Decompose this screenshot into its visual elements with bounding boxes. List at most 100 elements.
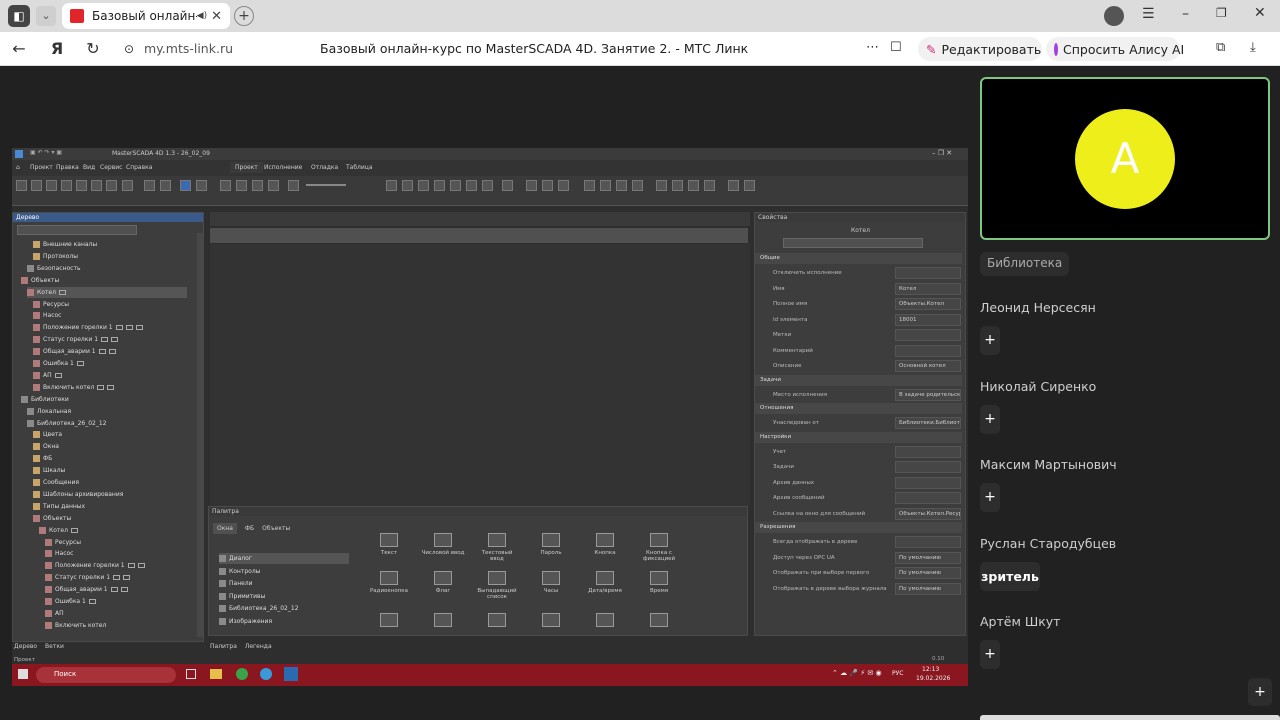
- property-value[interactable]: По умолчанию: [895, 551, 961, 564]
- toolbar-button-12[interactable]: [196, 180, 207, 191]
- tree-item[interactable]: Общая_аварии 1: [45, 584, 128, 595]
- participant-action-button[interactable]: +: [980, 404, 1000, 434]
- ask-alice-button[interactable]: Спросить Алису AI: [1046, 37, 1184, 61]
- taskbar-search-box[interactable]: Поиск: [36, 667, 176, 683]
- tree-item[interactable]: Насос: [45, 548, 73, 559]
- toolbar-button-13[interactable]: [220, 180, 231, 191]
- palette-tab-objects[interactable]: Объекты: [262, 525, 290, 532]
- toolbar-button-27[interactable]: [542, 180, 553, 191]
- windows-start-icon[interactable]: [18, 669, 28, 679]
- browser-tab[interactable]: Базовый онлайн-курс ◀) ✕: [62, 3, 230, 29]
- tree-item[interactable]: Протоколы: [33, 251, 78, 262]
- palette-item[interactable]: [583, 613, 627, 630]
- palette-tab-windows[interactable]: Окна: [213, 523, 237, 534]
- toolbar-button-19[interactable]: [402, 180, 413, 191]
- explorer-icon[interactable]: [210, 669, 222, 679]
- toolbar-button-32[interactable]: [632, 180, 643, 191]
- toolbar-button-34[interactable]: [672, 180, 683, 191]
- tree-item[interactable]: Безопасность: [27, 263, 81, 274]
- property-value[interactable]: Котел: [895, 282, 961, 295]
- toolbar-button-15[interactable]: [252, 180, 263, 191]
- tab-legend[interactable]: Легенда: [245, 643, 272, 650]
- palette-list-item[interactable]: Примитивы: [219, 591, 265, 602]
- toolbar-button-2[interactable]: [31, 180, 42, 191]
- zoom-slider[interactable]: [306, 184, 346, 186]
- reload-icon[interactable]: ↻: [82, 38, 104, 60]
- tab-audio-icon[interactable]: ◀): [197, 11, 207, 21]
- toolbar-button-35[interactable]: [688, 180, 699, 191]
- toolbar-button-31[interactable]: [616, 180, 627, 191]
- tree-item[interactable]: Окна: [33, 441, 59, 452]
- palette-list-item[interactable]: Панели: [219, 578, 253, 589]
- tree-item[interactable]: Котел: [27, 286, 187, 298]
- toolbar-button-17[interactable]: [288, 180, 299, 191]
- app-window-controls[interactable]: – ❐ ✕: [932, 149, 952, 157]
- menu-help[interactable]: Справка: [126, 164, 152, 171]
- palette-item[interactable]: Дата/время: [583, 571, 627, 594]
- tree-item[interactable]: Ошибка 1: [45, 596, 96, 607]
- yandex-logo-icon[interactable]: ◧: [8, 5, 30, 27]
- participant-action-button[interactable]: +: [980, 326, 1000, 355]
- toolbar-button-6[interactable]: [91, 180, 102, 191]
- toolbar-button-33[interactable]: [656, 180, 667, 191]
- palette-item[interactable]: Текстовый ввод: [475, 533, 519, 562]
- property-value[interactable]: [895, 329, 961, 341]
- toolbar-button-37[interactable]: [728, 180, 739, 191]
- participant-action-button[interactable]: +: [980, 483, 1000, 512]
- menu-edit[interactable]: Правка: [56, 164, 79, 171]
- property-value[interactable]: [895, 476, 961, 489]
- property-value[interactable]: 18001: [895, 313, 961, 326]
- property-section[interactable]: Настройки: [755, 431, 962, 443]
- property-section[interactable]: Общие: [755, 253, 962, 264]
- tree-item[interactable]: Цвета: [33, 429, 62, 440]
- tree-item[interactable]: Ресурсы: [33, 299, 69, 310]
- editor-canvas[interactable]: [210, 228, 748, 243]
- toolbar-button-10[interactable]: [160, 180, 171, 191]
- toolbar-button-9[interactable]: [144, 180, 155, 191]
- tree-item[interactable]: Включить котел: [33, 382, 115, 393]
- tab-palette[interactable]: Палитра: [210, 643, 237, 650]
- toolbar-button-16[interactable]: [268, 180, 279, 191]
- tree-item[interactable]: Ошибка 1: [33, 358, 84, 369]
- tree-item[interactable]: Статус горелки 1: [45, 572, 131, 583]
- tree-item[interactable]: Котел: [39, 525, 78, 536]
- tree-item[interactable]: Объекты: [33, 513, 71, 524]
- minimize-icon[interactable]: –: [1182, 6, 1189, 22]
- tree-item[interactable]: Локальная: [27, 406, 71, 417]
- palette-item[interactable]: Пароль: [529, 533, 573, 556]
- masterscada-taskbar-icon[interactable]: [284, 667, 298, 681]
- toolbar-button-36[interactable]: [704, 180, 715, 191]
- toolbar-button-28[interactable]: [558, 180, 569, 191]
- palette-list-item[interactable]: Контролы: [219, 566, 260, 577]
- tab-branches[interactable]: Ветки: [45, 643, 64, 650]
- toolbar-button-7[interactable]: [106, 180, 117, 191]
- palette-item[interactable]: Радиокнопка: [367, 571, 411, 594]
- palette-item[interactable]: Выпадающий список: [475, 571, 519, 600]
- tree-item[interactable]: Ресурсы: [45, 537, 81, 548]
- palette-item[interactable]: Кнопка: [583, 533, 627, 556]
- reader-icon[interactable]: ⧉: [1216, 40, 1225, 55]
- toolbar-button-20[interactable]: [418, 180, 429, 191]
- tree-item[interactable]: АП: [45, 608, 64, 619]
- toolbar-button-23[interactable]: [466, 180, 477, 191]
- url-text[interactable]: my.mts-link.ru: [144, 41, 233, 56]
- toolbar-button-26[interactable]: [526, 180, 537, 191]
- yandex-home-icon[interactable]: Я: [46, 38, 68, 60]
- toolbar-button-21[interactable]: [434, 180, 445, 191]
- palette-tab-fb[interactable]: ФБ: [245, 525, 254, 532]
- tree-item[interactable]: Библиотека_26_02_12: [27, 418, 107, 429]
- tree-item[interactable]: Положение горелки 1: [33, 322, 143, 333]
- property-value[interactable]: Объекты.Котел.Ресурс: [895, 507, 961, 520]
- tree-item[interactable]: Насос: [33, 310, 61, 321]
- toolbar-button-30[interactable]: [600, 180, 611, 191]
- palette-item[interactable]: [367, 613, 411, 630]
- toolbar-button-18[interactable]: [386, 180, 397, 191]
- palette-item[interactable]: [475, 613, 519, 630]
- home-icon[interactable]: ⌂: [16, 164, 20, 171]
- toolbar-button-14[interactable]: [236, 180, 247, 191]
- palette-list-item[interactable]: Изображения: [219, 616, 272, 627]
- tree-item[interactable]: Статус горелки 1: [33, 334, 119, 345]
- toolbar-button-3[interactable]: [46, 180, 57, 191]
- palette-item[interactable]: Часы: [529, 571, 573, 594]
- tree-item[interactable]: Сообщения: [33, 477, 79, 488]
